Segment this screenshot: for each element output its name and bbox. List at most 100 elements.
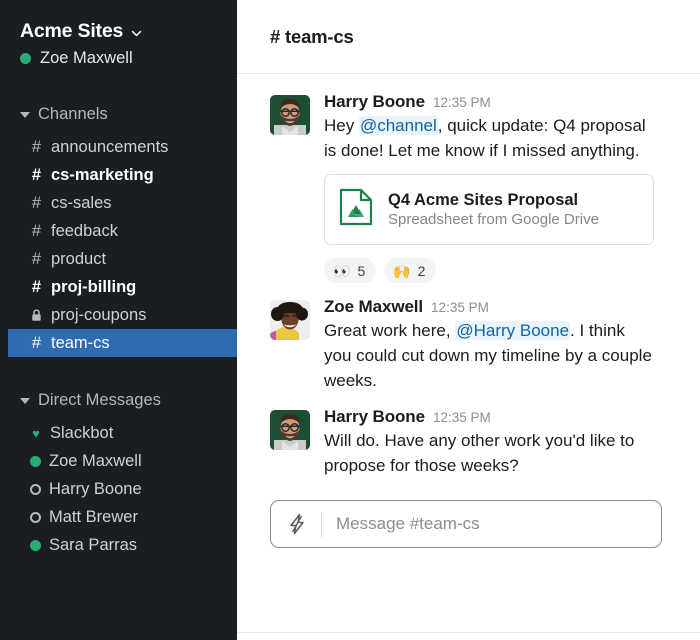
message-author[interactable]: Harry Boone — [324, 407, 425, 427]
message-meta: Harry Boone 12:35 PM — [324, 92, 678, 112]
google-drive-file-icon — [339, 188, 373, 231]
sidebar-item-label: Sara Parras — [49, 535, 138, 554]
presence-offline-icon — [30, 511, 41, 523]
eyes-icon: 👀 — [333, 262, 351, 279]
presence-offline-icon — [30, 483, 41, 495]
hash-icon: # — [31, 137, 42, 156]
heart-icon: ♥ — [32, 425, 40, 441]
presence-online-icon — [30, 455, 41, 467]
sidebar-item-zoe-maxwell[interactable]: Zoe Maxwell — [8, 447, 237, 475]
composer-wrapper — [237, 492, 700, 548]
sidebar-item-label: team-cs — [51, 333, 110, 352]
sidebar-item-team-cs[interactable]: # team-cs — [8, 329, 237, 357]
message-timestamp: 12:35 PM — [431, 300, 489, 315]
sidebar-item-label: Zoe Maxwell — [49, 451, 142, 470]
message-author[interactable]: Harry Boone — [324, 92, 425, 112]
presence-online-icon — [30, 539, 41, 551]
message-author[interactable]: Zoe Maxwell — [324, 297, 423, 317]
message-body: Zoe Maxwell 12:35 PM Great work here, @H… — [324, 297, 678, 393]
sidebar-item-label: Slackbot — [50, 423, 114, 442]
sidebar-item-proj-billing[interactable]: # proj-billing — [8, 273, 237, 301]
sidebar-item-product[interactable]: # product — [8, 245, 237, 273]
message-item: Harry Boone 12:35 PM Will do. Have any o… — [237, 407, 700, 478]
message-meta: Zoe Maxwell 12:35 PM — [324, 297, 678, 317]
section-title-direct-messages: Direct Messages — [38, 390, 161, 409]
triangle-down-icon[interactable] — [20, 398, 30, 404]
current-user-name: Zoe Maxwell — [40, 48, 133, 67]
mention-user[interactable]: @Harry Boone — [455, 321, 571, 340]
message-timestamp: 12:35 PM — [432, 95, 491, 110]
message-item: Harry Boone 12:35 PM Hey @channel, quick… — [237, 92, 700, 283]
sidebar-item-cs-sales[interactable]: # cs-sales — [8, 189, 237, 217]
sidebar-item-feedback[interactable]: # feedback — [8, 217, 237, 245]
main-panel: # team-cs Harry Boone 12:35 PM Hey @chan… — [237, 0, 700, 640]
message-text: Hey @channel, quick update: Q4 proposal … — [324, 113, 654, 163]
file-subtitle: Spreadsheet from Google Drive — [388, 210, 599, 228]
raised-hands-reaction[interactable]: 🙌 2 — [384, 258, 437, 283]
sidebar-section-direct-messages: Direct Messages ♥ Slackbot Zoe Maxwell H… — [0, 387, 237, 559]
sidebar-item-proj-coupons[interactable]: proj-coupons — [8, 301, 237, 329]
sidebar-item-cs-marketing[interactable]: # cs-marketing — [8, 161, 237, 189]
sidebar-item-slackbot[interactable]: ♥ Slackbot — [8, 419, 237, 447]
file-name: Q4 Acme Sites Proposal — [388, 190, 579, 209]
triangle-down-icon[interactable] — [20, 112, 30, 118]
message-item: Zoe Maxwell 12:35 PM Great work here, @H… — [237, 297, 700, 393]
message-meta: Harry Boone 12:35 PM — [324, 407, 678, 427]
sidebar-item-matt-brewer[interactable]: Matt Brewer — [8, 503, 237, 531]
avatar[interactable] — [270, 95, 310, 135]
composer-divider — [321, 511, 322, 537]
message-body: Harry Boone 12:35 PM Will do. Have any o… — [324, 407, 678, 478]
file-info: Q4 Acme Sites Proposal Spreadsheet from … — [388, 190, 599, 230]
slack-app-window: Acme Sites Zoe Maxwell Channels # announ… — [0, 0, 700, 640]
presence-online-icon — [20, 52, 31, 64]
sidebar-section-channels: Channels # announcements # cs-marketing … — [0, 101, 237, 357]
page-title: # team-cs — [270, 25, 354, 47]
sidebar-item-label: Harry Boone — [49, 479, 142, 498]
section-header-direct-messages[interactable]: Direct Messages — [0, 387, 237, 413]
sidebar-item-sara-parras[interactable]: Sara Parras — [8, 531, 237, 559]
mention-channel[interactable]: @channel — [358, 116, 438, 135]
hash-icon: # — [31, 193, 42, 212]
sidebar-item-announcements[interactable]: # announcements — [8, 133, 237, 161]
reaction-count: 2 — [417, 262, 426, 279]
sidebar-item-harry-boone[interactable]: Harry Boone — [8, 475, 237, 503]
message-composer[interactable] — [270, 500, 662, 548]
message-input[interactable] — [336, 514, 647, 534]
current-user-row[interactable]: Zoe Maxwell — [0, 45, 237, 71]
avatar[interactable] — [270, 300, 310, 340]
hash-icon: # — [31, 249, 42, 268]
message-text-before: Hey — [324, 116, 359, 135]
avatar[interactable] — [270, 410, 310, 450]
hash-icon: # — [31, 277, 42, 296]
hash-icon: # — [31, 221, 42, 240]
message-text-before: Great work here, — [324, 321, 456, 340]
file-attachment-card[interactable]: Q4 Acme Sites Proposal Spreadsheet from … — [324, 174, 654, 245]
channel-header: # team-cs — [237, 0, 700, 74]
message-body: Harry Boone 12:35 PM Hey @channel, quick… — [324, 92, 678, 283]
eyes-reaction[interactable]: 👀 5 — [324, 258, 377, 283]
message-text: Will do. Have any other work you'd like … — [324, 431, 635, 475]
workspace-header[interactable]: Acme Sites — [0, 20, 237, 43]
workspace-name: Acme Sites — [20, 20, 124, 42]
lightning-bolt-icon[interactable] — [287, 513, 307, 535]
bottom-divider — [237, 632, 700, 633]
hash-icon: # — [31, 165, 42, 184]
raised-hands-icon: 🙌 — [393, 262, 411, 279]
reaction-count: 5 — [357, 262, 366, 279]
section-header-channels[interactable]: Channels — [0, 101, 237, 127]
sidebar-item-label: Matt Brewer — [49, 507, 138, 526]
sidebar-item-label: cs-marketing — [51, 165, 154, 184]
message-text: Great work here, @Harry Boone. I think y… — [324, 318, 654, 393]
section-title-channels: Channels — [38, 104, 108, 123]
chevron-down-icon[interactable] — [130, 27, 143, 40]
sidebar-item-label: proj-coupons — [51, 305, 147, 324]
sidebar-item-label: product — [51, 249, 107, 268]
reaction-list: 👀 5 🙌 2 — [324, 258, 678, 283]
sidebar-item-label: feedback — [51, 221, 118, 240]
lock-icon — [30, 308, 43, 322]
message-timestamp: 12:35 PM — [432, 410, 491, 425]
hash-icon: # — [31, 333, 42, 352]
message-list: Harry Boone 12:35 PM Hey @channel, quick… — [237, 74, 700, 640]
sidebar-item-label: announcements — [51, 137, 169, 156]
sidebar-item-label: cs-sales — [51, 193, 112, 212]
